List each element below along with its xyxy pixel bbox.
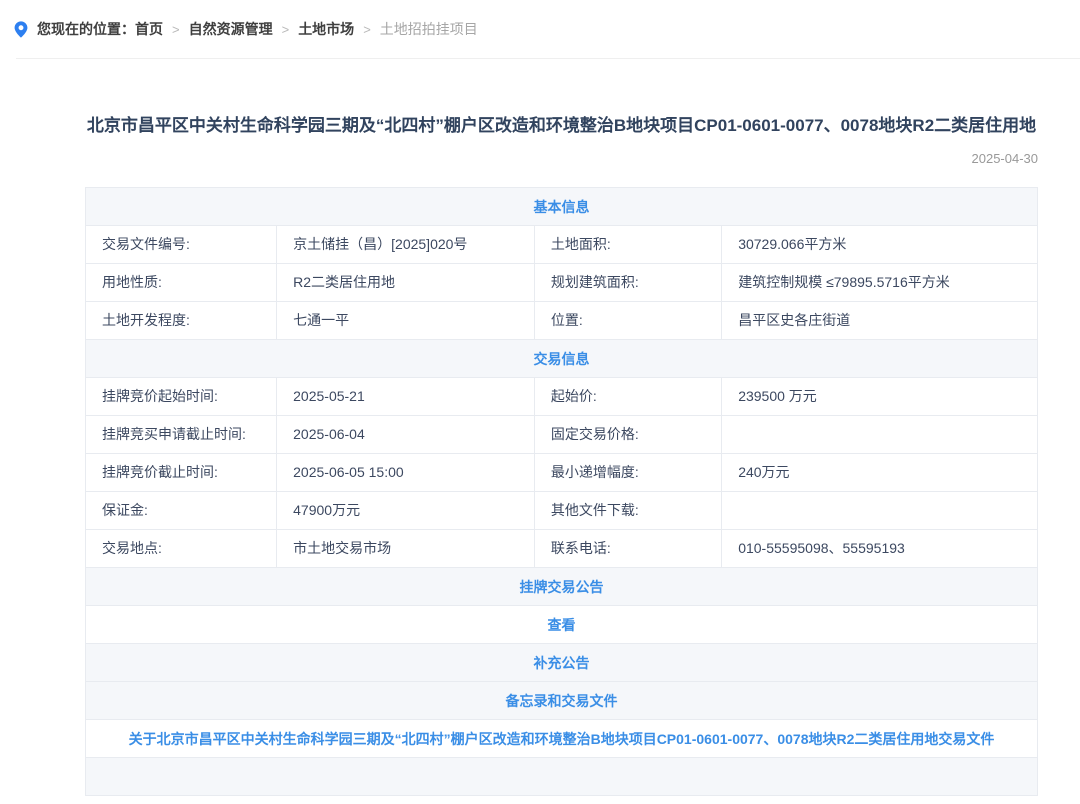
- field-label: 其他文件下载:: [535, 492, 722, 529]
- field-value: 建筑控制规模 ≤79895.5716平方米: [722, 264, 1037, 301]
- field-label: 土地面积:: [535, 226, 722, 263]
- table-row: 土地开发程度:七通一平位置:昌平区史各庄街道: [86, 302, 1037, 340]
- breadcrumb-item-natural-resources[interactable]: 自然资源管理: [189, 19, 273, 39]
- field-label: 起始价:: [535, 378, 722, 415]
- breadcrumb-item-home[interactable]: 首页: [135, 19, 163, 39]
- main-content: 北京市昌平区中关村生命科学园三期及“北四村”棚户区改造和环境整治B地块项目CP0…: [85, 112, 1038, 796]
- section-header-row: [86, 758, 1037, 796]
- field-label: 挂牌竞价截止时间:: [86, 454, 277, 491]
- link-row: 关于北京市昌平区中关村生命科学园三期及“北四村”棚户区改造和环境整治B地块项目C…: [86, 720, 1037, 758]
- section-header-label: 交易信息: [86, 340, 1037, 377]
- breadcrumb-separator: >: [282, 22, 290, 37]
- section-header-row: 挂牌交易公告: [86, 568, 1037, 606]
- breadcrumb-prefix: 您现在的位置：: [37, 19, 135, 39]
- section-header-label: 备忘录和交易文件: [86, 682, 1037, 719]
- land-listing-table: 基本信息交易文件编号:京土储挂（昌）[2025]020号土地面积:30729.0…: [85, 187, 1038, 796]
- field-label: 固定交易价格:: [535, 416, 722, 453]
- page-title: 北京市昌平区中关村生命科学园三期及“北四村”棚户区改造和环境整治B地块项目CP0…: [85, 112, 1038, 140]
- breadcrumb-item-land-market[interactable]: 土地市场: [298, 19, 354, 39]
- breadcrumb-item-current: 土地招拍挂项目: [380, 19, 478, 39]
- field-value: 30729.066平方米: [722, 226, 1037, 263]
- breadcrumb-separator: >: [172, 22, 180, 37]
- table-row: 挂牌竞买申请截止时间:2025-06-04固定交易价格:: [86, 416, 1037, 454]
- table-row: 保证金:47900万元其他文件下载:: [86, 492, 1037, 530]
- document-link[interactable]: 关于北京市昌平区中关村生命科学园三期及“北四村”棚户区改造和环境整治B地块项目C…: [119, 729, 1005, 749]
- table-row: 挂牌竞价起始时间:2025-05-21起始价:239500 万元: [86, 378, 1037, 416]
- breadcrumb-divider: [16, 58, 1080, 59]
- field-label: 挂牌竞买申请截止时间:: [86, 416, 277, 453]
- field-label: 保证金:: [86, 492, 277, 529]
- field-value: [722, 492, 1037, 529]
- field-label: 土地开发程度:: [86, 302, 277, 339]
- section-header-label: 基本信息: [86, 188, 1037, 225]
- field-value: 七通一平: [277, 302, 535, 339]
- document-link[interactable]: 查看: [538, 615, 586, 635]
- field-value: 京土储挂（昌）[2025]020号: [277, 226, 535, 263]
- field-label: 规划建筑面积:: [535, 264, 722, 301]
- field-label: 用地性质:: [86, 264, 277, 301]
- field-value: 2025-05-21: [277, 378, 535, 415]
- breadcrumb: 您现在的位置： 首页 > 自然资源管理 > 土地市场 > 土地招拍挂项目: [0, 0, 1080, 58]
- field-value: 239500 万元: [722, 378, 1037, 415]
- field-label: 位置:: [535, 302, 722, 339]
- field-label: 交易文件编号:: [86, 226, 277, 263]
- field-label: 挂牌竞价起始时间:: [86, 378, 277, 415]
- section-header-label: 挂牌交易公告: [86, 568, 1037, 605]
- field-label: 交易地点:: [86, 530, 277, 567]
- table-row: 交易地点:市土地交易市场联系电话:010-55595098、55595193: [86, 530, 1037, 568]
- field-value: 昌平区史各庄街道: [722, 302, 1037, 339]
- table-row: 用地性质:R2二类居住用地规划建筑面积:建筑控制规模 ≤79895.5716平方…: [86, 264, 1037, 302]
- section-header-label: 补充公告: [86, 644, 1037, 681]
- section-header-label: [86, 758, 1037, 795]
- section-header-row: 备忘录和交易文件: [86, 682, 1037, 720]
- section-header-row: 补充公告: [86, 644, 1037, 682]
- field-value: 240万元: [722, 454, 1037, 491]
- field-label: 最小递增幅度:: [535, 454, 722, 491]
- field-value: 010-55595098、55595193: [722, 530, 1037, 567]
- field-value: 2025-06-05 15:00: [277, 454, 535, 491]
- field-value: 47900万元: [277, 492, 535, 529]
- field-value: 2025-06-04: [277, 416, 535, 453]
- location-pin-icon: [14, 21, 28, 38]
- table-row: 交易文件编号:京土储挂（昌）[2025]020号土地面积:30729.066平方…: [86, 226, 1037, 264]
- section-header-row: 基本信息: [86, 188, 1037, 226]
- section-header-row: 交易信息: [86, 340, 1037, 378]
- field-value: R2二类居住用地: [277, 264, 535, 301]
- link-row: 查看: [86, 606, 1037, 644]
- field-label: 联系电话:: [535, 530, 722, 567]
- field-value: [722, 416, 1037, 453]
- table-row: 挂牌竞价截止时间:2025-06-05 15:00最小递增幅度:240万元: [86, 454, 1037, 492]
- publish-date: 2025-04-30: [85, 151, 1038, 166]
- breadcrumb-separator: >: [363, 22, 371, 37]
- field-value: 市土地交易市场: [277, 530, 535, 567]
